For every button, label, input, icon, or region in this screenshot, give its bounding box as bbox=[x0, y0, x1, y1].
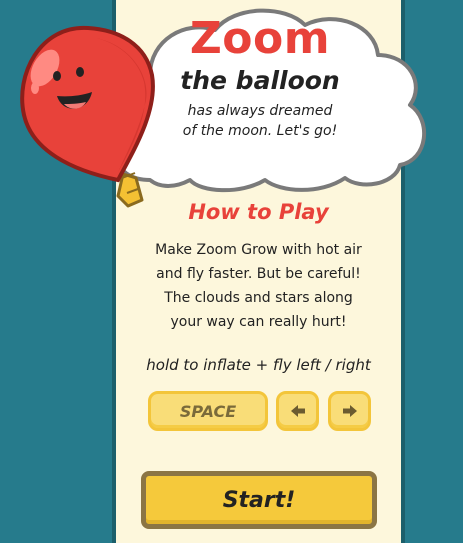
instruction-line: The clouds and stars along bbox=[164, 290, 353, 306]
controls-hint: hold to inflate + fly left / right bbox=[146, 356, 371, 374]
arrow-left-icon bbox=[290, 405, 305, 417]
start-button[interactable]: Start! bbox=[141, 471, 377, 529]
game-tagline: has always dreamed of the moon. Let's go… bbox=[160, 101, 360, 141]
space-key: SPACE bbox=[148, 391, 268, 431]
right-arrow-key bbox=[328, 391, 371, 431]
arrow-right-icon bbox=[342, 405, 357, 417]
how-to-play-heading: How to Play bbox=[188, 200, 329, 224]
tagline-line: has always dreamed bbox=[187, 103, 333, 119]
instruction-line: and fly faster. But be careful! bbox=[156, 266, 361, 282]
zoom-balloon-character bbox=[20, 25, 155, 208]
tagline-line: of the moon. Let's go! bbox=[182, 123, 338, 139]
game-title: Zoom bbox=[189, 13, 331, 64]
instruction-line: Make Zoom Grow with hot air bbox=[155, 242, 362, 258]
instructions-text: Make Zoom Grow with hot air and fly fast… bbox=[112, 238, 405, 334]
instruction-line: your way can really hurt! bbox=[170, 314, 347, 330]
game-subtitle: the balloon bbox=[180, 66, 340, 95]
left-arrow-key bbox=[276, 391, 319, 431]
